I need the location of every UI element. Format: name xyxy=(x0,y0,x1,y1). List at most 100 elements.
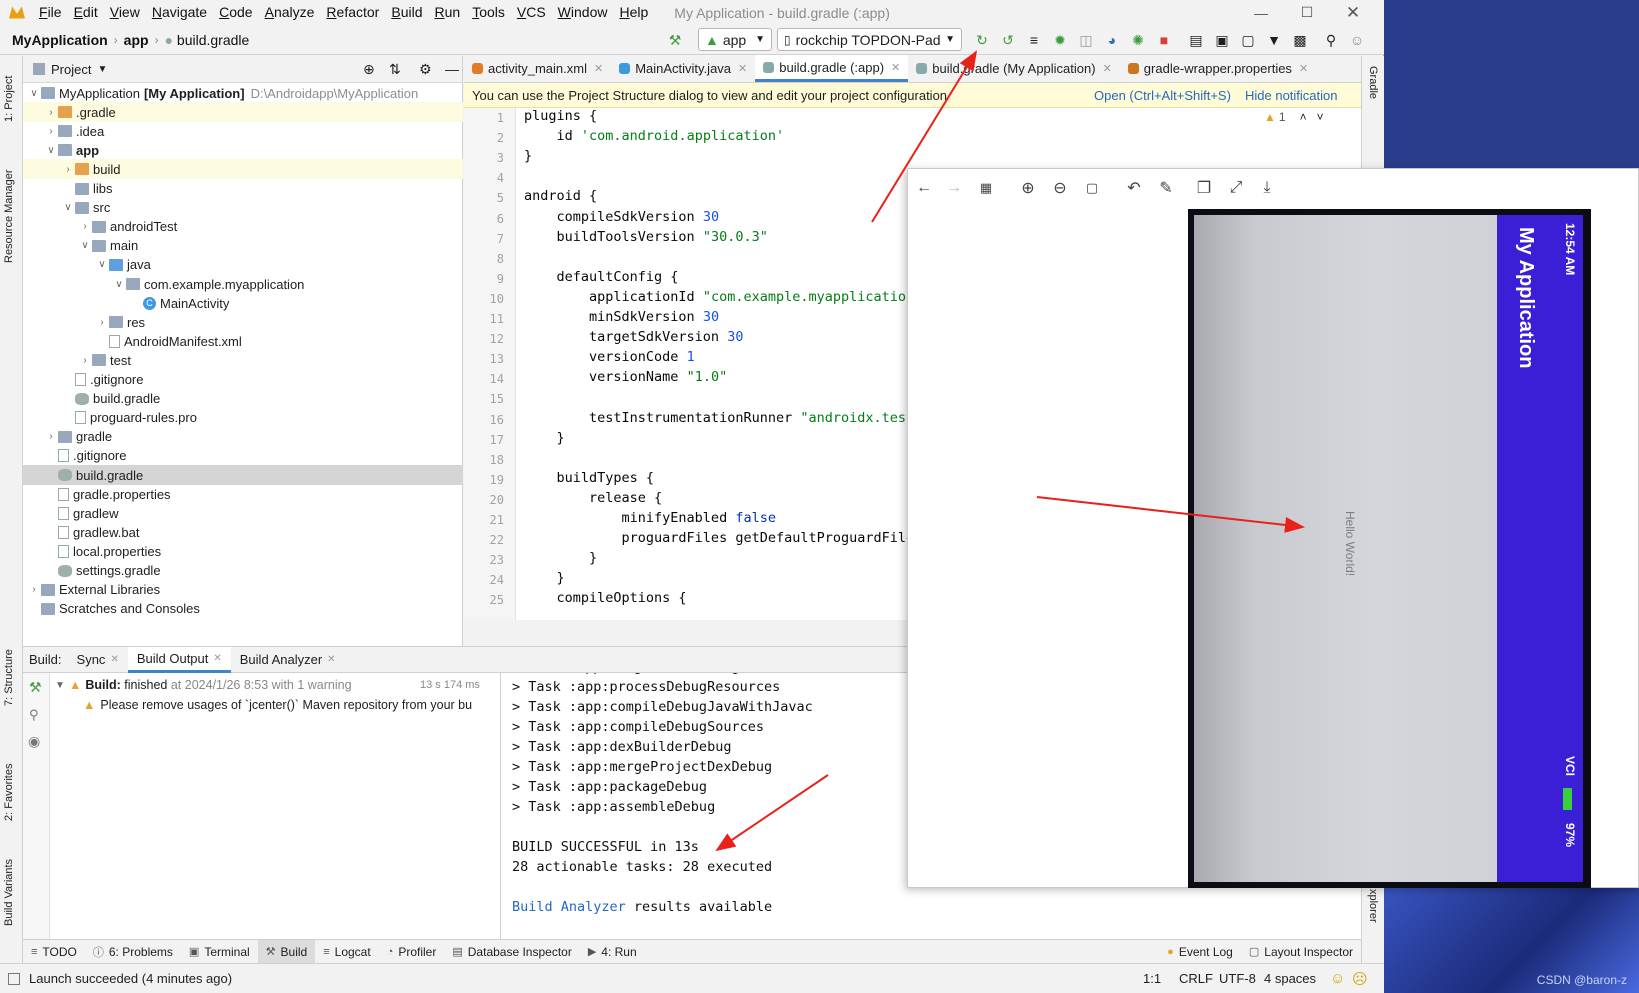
editor-tab[interactable]: build.gradle (My Application) ✕ xyxy=(908,55,1120,82)
breadcrumb-project[interactable]: MyApplication xyxy=(12,32,108,48)
sync-gradle-icon[interactable]: ▣ xyxy=(1214,32,1230,48)
search-icon[interactable]: ⚲ xyxy=(1323,32,1339,48)
tree-item[interactable]: › build xyxy=(23,159,463,180)
build-variants-tool-tab[interactable]: Build Variants xyxy=(3,836,15,926)
line-separator[interactable]: CRLF xyxy=(1179,971,1213,986)
chevron-right-icon[interactable]: › xyxy=(78,221,92,232)
chevron-right-icon[interactable]: › xyxy=(27,584,41,595)
tree-item[interactable]: ∨ MyApplication [My Application] D:\Android… xyxy=(23,83,463,103)
run-config-select[interactable]: ▲ app ▼ xyxy=(698,28,772,51)
tool-logcat[interactable]: ≡ Logcat xyxy=(315,940,378,964)
tree-item[interactable]: build.gradle xyxy=(23,465,463,485)
rotate-icon[interactable]: ↶ xyxy=(1125,179,1143,197)
zoom-in-icon[interactable]: ⊕ xyxy=(1019,179,1037,197)
menu-navigate[interactable]: Navigate xyxy=(146,0,213,25)
project-structure-icon[interactable]: ▤ xyxy=(1188,32,1204,48)
tool-layout-inspector[interactable]: ▢ Layout Inspector xyxy=(1241,940,1361,964)
device-select[interactable]: ▯ rockchip TOPDON-Pad ▼ xyxy=(777,28,962,51)
gradle-tool-tab[interactable]: Gradle xyxy=(1367,66,1379,99)
hide-notification-link[interactable]: Hide notification xyxy=(1245,88,1338,103)
tab-build-analyzer[interactable]: Build Analyzer ✕ xyxy=(231,647,345,673)
editor-tab[interactable]: MainActivity.java ✕ xyxy=(611,55,755,82)
debug-icon[interactable]: ✹ xyxy=(1052,32,1068,48)
build-warning-row[interactable]: ▲ Please remove usages of `jcenter()` Ma… xyxy=(83,695,498,715)
chevron-down-icon[interactable]: ∨ xyxy=(44,145,58,156)
locate-icon[interactable]: ⊕ xyxy=(363,61,375,78)
account-icon[interactable]: ☺ xyxy=(1349,32,1365,48)
editor-tab[interactable]: gradle-wrapper.properties ✕ xyxy=(1120,55,1316,82)
close-icon[interactable]: ✕ xyxy=(1103,62,1112,75)
tool-window-toggle-icon[interactable] xyxy=(8,972,20,985)
open-project-structure-link[interactable]: Open (Ctrl+Alt+Shift+S) xyxy=(1094,88,1231,103)
apply-changes-restart-icon[interactable]: ↻ xyxy=(974,32,990,48)
tab-sync[interactable]: Sync ✕ xyxy=(68,647,128,673)
chevron-up-icon[interactable]: ˄ xyxy=(1300,110,1307,124)
menu-view[interactable]: View xyxy=(104,0,146,25)
pin-icon[interactable]: ⚲ xyxy=(29,707,39,723)
tree-item[interactable]: .gitignore xyxy=(23,370,463,390)
maximize-icon[interactable]: ☐ xyxy=(1284,0,1330,25)
favorites-tool-tab[interactable]: 2: Favorites xyxy=(3,741,15,821)
close-icon[interactable]: ✕ xyxy=(1330,0,1376,25)
download-icon[interactable]: ⤓ xyxy=(1258,179,1276,197)
chevron-right-icon[interactable]: › xyxy=(44,107,58,118)
menu-build[interactable]: Build xyxy=(385,0,428,25)
menu-window[interactable]: Window xyxy=(552,0,614,25)
fullscreen-icon[interactable]: ⤢ xyxy=(1227,179,1245,197)
tree-item[interactable]: › .gradle xyxy=(23,102,463,123)
chevron-right-icon[interactable]: › xyxy=(61,164,75,175)
tree-item[interactable]: › gradle xyxy=(23,427,463,447)
chevron-down-icon[interactable]: ∨ xyxy=(27,88,41,99)
close-icon[interactable]: ✕ xyxy=(891,61,900,74)
chevron-down-icon[interactable]: ∨ xyxy=(78,240,92,251)
close-icon[interactable]: ✕ xyxy=(327,654,335,665)
device-explorer-tool-tab[interactable]: xplorer xyxy=(1367,889,1379,923)
collapse-all-icon[interactable]: ⇅ xyxy=(389,61,401,78)
run-list-icon[interactable]: ≡ xyxy=(1026,32,1042,48)
minimize-icon[interactable]: — xyxy=(1238,0,1284,25)
coverage-icon[interactable]: ◫ xyxy=(1078,32,1094,48)
hammer-icon[interactable]: ⚒ xyxy=(29,679,42,696)
apply-code-changes-icon[interactable]: ↺ xyxy=(1000,32,1016,48)
eye-icon[interactable]: ◉ xyxy=(28,733,40,750)
chevron-down-icon[interactable]: ▼ xyxy=(97,64,107,75)
tree-item[interactable]: .gitignore xyxy=(23,446,463,466)
attach-debugger-icon[interactable]: ✺ xyxy=(1130,32,1146,48)
hammer-icon[interactable]: ⚒ xyxy=(667,32,683,48)
project-view-label[interactable]: Project xyxy=(51,62,91,77)
tool-event-log[interactable]: ● Event Log xyxy=(1159,940,1241,964)
build-analyzer-link[interactable]: Build Analyzer xyxy=(512,899,626,915)
structure-tool-tab[interactable]: 7: Structure xyxy=(3,636,15,706)
project-tool-tab[interactable]: 1: Project xyxy=(3,62,15,122)
close-icon[interactable]: ✕ xyxy=(213,653,221,664)
close-icon[interactable]: ✕ xyxy=(594,62,603,75)
menu-code[interactable]: Code xyxy=(213,0,258,25)
editor-tab[interactable]: build.gradle (:app) ✕ xyxy=(755,55,909,82)
actual-size-icon[interactable]: ▢ xyxy=(1083,179,1101,197)
chevron-right-icon[interactable]: › xyxy=(78,355,92,366)
tree-item[interactable]: › .idea xyxy=(23,121,463,141)
tree-item[interactable]: ∨ java xyxy=(23,255,463,275)
tree-item[interactable]: › res xyxy=(23,312,463,332)
sdk-manager-icon[interactable]: ▼ xyxy=(1266,32,1282,48)
frown-icon[interactable]: ☹ xyxy=(1352,970,1368,988)
menu-file[interactable]: File xyxy=(33,0,68,25)
menu-help[interactable]: Help xyxy=(613,0,654,25)
tree-item[interactable]: Scratches and Consoles xyxy=(23,599,463,619)
chevron-right-icon[interactable]: › xyxy=(44,126,58,137)
tree-item[interactable]: gradlew.bat xyxy=(23,522,463,542)
tree-item[interactable]: ∨ app xyxy=(23,140,463,160)
close-icon[interactable]: ✕ xyxy=(1299,62,1308,75)
tree-item[interactable]: › test xyxy=(23,350,463,370)
close-icon[interactable]: ✕ xyxy=(110,654,118,665)
tree-item[interactable]: ∨ com.example.myapplication xyxy=(23,274,463,294)
indent-setting[interactable]: 4 spaces xyxy=(1264,971,1316,986)
back-arrow-icon[interactable]: ← xyxy=(915,179,933,197)
profile-icon[interactable]: ◕ xyxy=(1104,32,1120,48)
chevron-down-icon[interactable]: ∨ xyxy=(95,259,109,270)
chevron-right-icon[interactable]: › xyxy=(44,431,58,442)
chevron-down-icon[interactable]: ∨ xyxy=(61,202,75,213)
tree-item[interactable]: › androidTest xyxy=(23,217,463,237)
zoom-out-icon[interactable]: ⊖ xyxy=(1051,179,1069,197)
tree-item[interactable]: ∨ main xyxy=(23,236,463,256)
